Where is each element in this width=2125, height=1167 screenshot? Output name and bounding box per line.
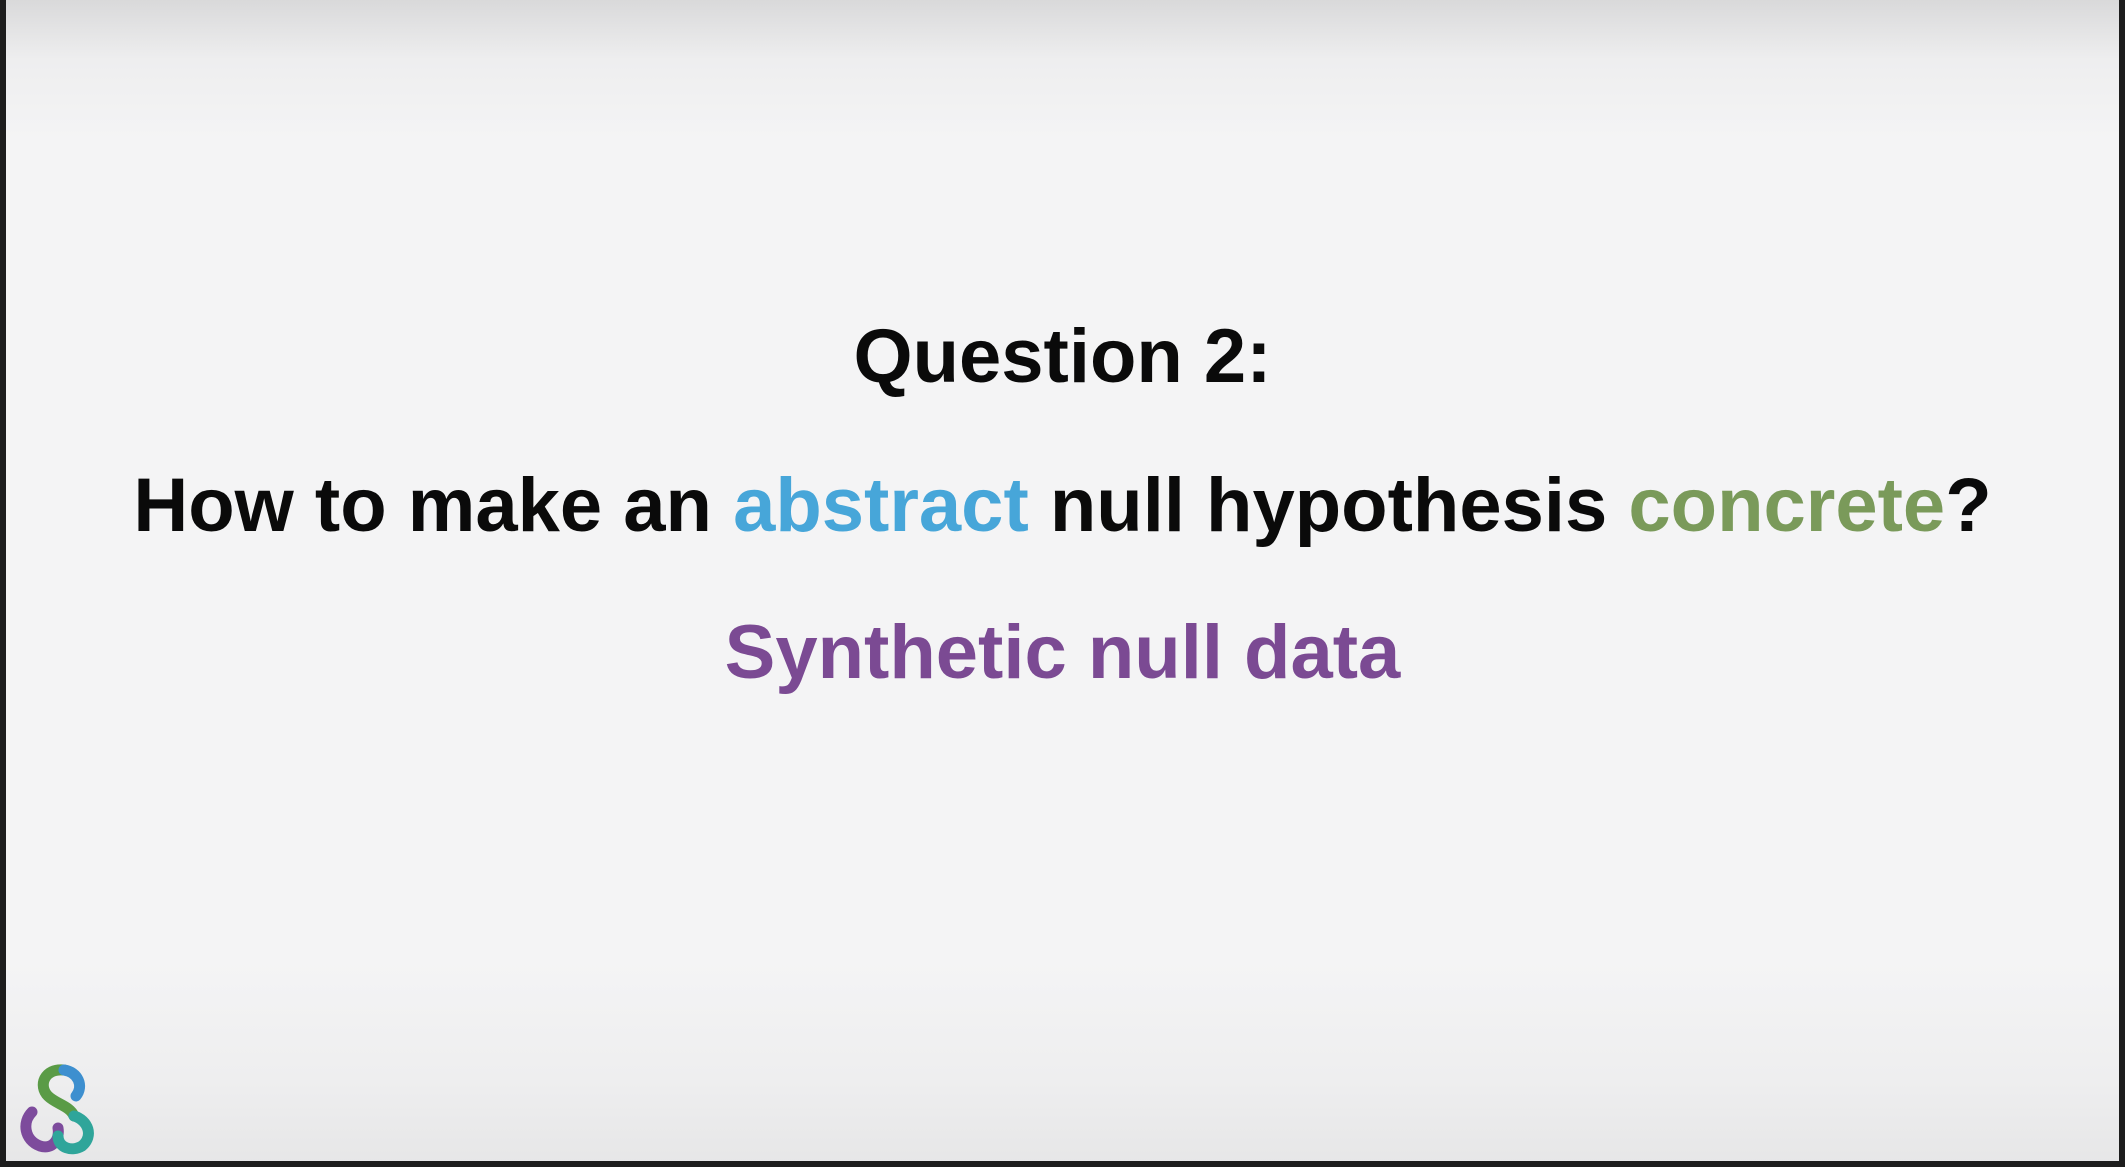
question-part-3: ? [1945, 463, 1992, 548]
slide-title: Question 2: [853, 314, 1272, 399]
highlight-concrete: concrete [1628, 463, 1946, 548]
question-part-1: How to make an [133, 463, 734, 548]
slide: Question 2: How to make an abstract null… [0, 0, 2125, 1167]
answer-text: Synthetic null data [724, 610, 1401, 695]
question-text: How to make an abstract null hypothesis … [0, 461, 2125, 551]
logo-loop-blue [58, 1064, 85, 1102]
logo-icon [20, 1064, 94, 1155]
highlight-abstract: abstract [733, 463, 1029, 548]
question-part-2: null hypothesis [1028, 463, 1629, 548]
